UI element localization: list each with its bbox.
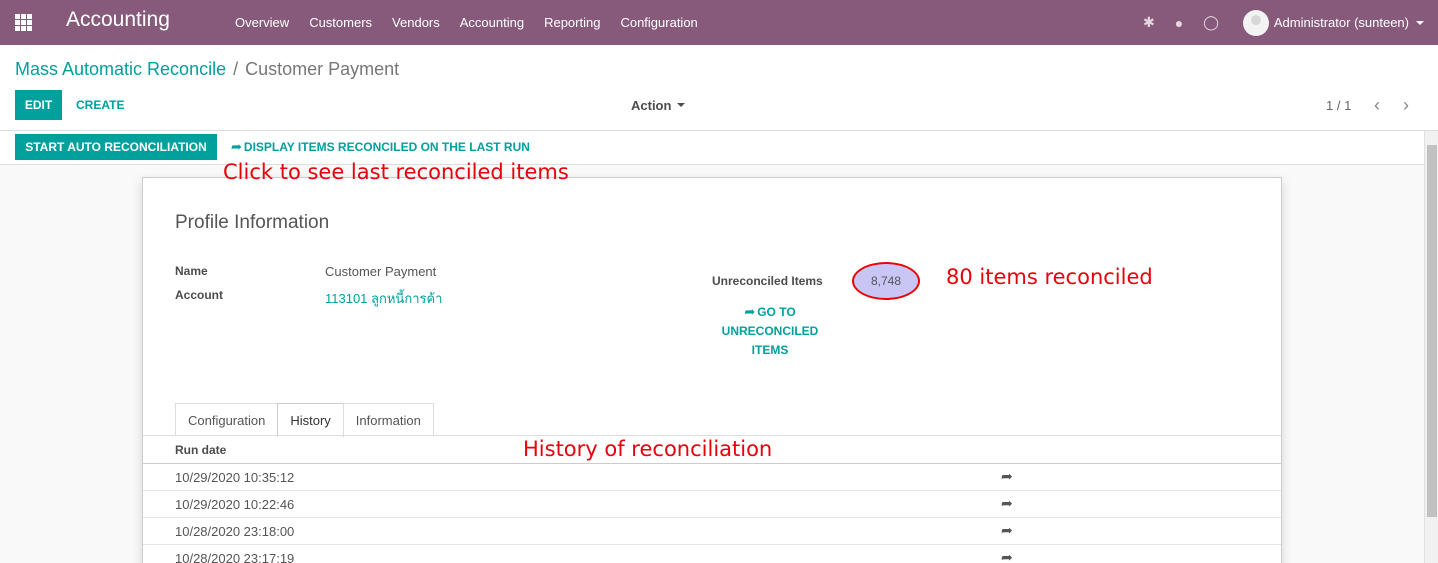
- unreconciled-count: 8,748: [852, 262, 920, 300]
- chat-icon[interactable]: ●: [1175, 15, 1183, 31]
- account-label: Account: [175, 288, 223, 302]
- table-row[interactable]: 10/28/2020 23:17:19 ➦: [143, 545, 1281, 563]
- share-icon: ➦: [231, 139, 242, 154]
- table-row[interactable]: 10/29/2020 10:35:12 ➦: [143, 464, 1281, 491]
- table-row[interactable]: 10/28/2020 23:18:00 ➦: [143, 518, 1281, 545]
- edit-button[interactable]: EDIT: [15, 90, 62, 120]
- goto-line-2: UNRECONCILED: [721, 324, 819, 338]
- control-panel: Mass Automatic Reconcile / Customer Paymen…: [0, 45, 1438, 131]
- pager-value[interactable]: 1 / 1: [1326, 90, 1351, 120]
- chevron-down-icon: [1416, 20, 1424, 25]
- goto-line-1: GO TO: [757, 305, 796, 319]
- chevron-right-icon[interactable]: ›: [1403, 96, 1409, 114]
- start-auto-reconciliation-button[interactable]: START AUTO RECONCILIATION: [15, 134, 217, 160]
- menu-item-accounting[interactable]: Accounting: [450, 15, 534, 30]
- tab-information[interactable]: Information: [342, 403, 434, 436]
- menu-item-vendors[interactable]: Vendors: [382, 15, 450, 30]
- display-last-run-button[interactable]: ➦ DISPLAY ITEMS RECONCILED ON THE LAST R…: [231, 134, 530, 160]
- systray: ✱ ● ◯ Administrator (sunteen): [1133, 0, 1438, 45]
- column-run-date[interactable]: Run date: [175, 443, 226, 457]
- action-label: Action: [631, 97, 672, 113]
- run-date-cell: 10/28/2020 23:18:00: [175, 524, 295, 539]
- share-icon[interactable]: ➦: [1001, 549, 1013, 563]
- create-button[interactable]: CREATE: [76, 90, 124, 120]
- go-to-unreconciled-button[interactable]: ➦ GO TO UNRECONCILED ITEMS: [713, 302, 827, 360]
- display-last-run-label: DISPLAY ITEMS RECONCILED ON THE LAST RUN: [243, 140, 530, 154]
- menu-item-reporting[interactable]: Reporting: [534, 15, 610, 30]
- notebook-tabs: Configuration History Information: [175, 403, 434, 437]
- breadcrumb-parent[interactable]: Mass Automatic Reconcile: [15, 59, 226, 79]
- annotation-history: History of reconciliation: [523, 437, 773, 461]
- breadcrumb-separator: /: [233, 59, 239, 79]
- scrollbar[interactable]: [1424, 131, 1438, 563]
- chevron-left-icon[interactable]: ‹: [1374, 96, 1380, 114]
- menu-item-configuration[interactable]: Configuration: [610, 15, 707, 30]
- name-label: Name: [175, 264, 208, 278]
- account-link[interactable]: 113101 ลูกหนี้การค้า: [325, 288, 442, 309]
- user-menu[interactable]: Administrator (sunteen): [1242, 9, 1424, 36]
- share-icon[interactable]: ➦: [1001, 522, 1013, 539]
- breadcrumb: Mass Automatic Reconcile / Customer Paymen…: [15, 59, 399, 80]
- tab-history[interactable]: History: [277, 403, 344, 437]
- app-title[interactable]: Accounting: [66, 8, 170, 32]
- share-icon[interactable]: ➦: [1001, 495, 1013, 512]
- goto-line-3: ITEMS: [751, 343, 789, 357]
- main-menu: Overview Customers Vendors Accounting Re…: [225, 0, 708, 45]
- run-date-cell: 10/28/2020 23:17:19: [175, 551, 295, 563]
- user-name: Administrator (sunteen): [1273, 15, 1409, 30]
- table-row[interactable]: 10/29/2020 10:22:46 ➦: [143, 491, 1281, 518]
- apps-menu-icon[interactable]: [15, 14, 32, 31]
- breadcrumb-current: Customer Payment: [245, 59, 400, 79]
- top-navbar: Accounting Overview Customers Vendors Ac…: [0, 0, 1438, 45]
- form-sheet: Profile Information Name Customer Paymen…: [142, 177, 1282, 563]
- avatar: [1242, 9, 1269, 36]
- menu-item-overview[interactable]: Overview: [225, 15, 299, 30]
- chevron-down-icon: [677, 103, 686, 107]
- form-statusbar: START AUTO RECONCILIATION ➦ DISPLAY ITEM…: [0, 131, 1424, 165]
- share-icon: ➦: [744, 304, 756, 319]
- bug-icon[interactable]: ✱: [1143, 14, 1155, 31]
- tab-configuration[interactable]: Configuration: [175, 403, 279, 436]
- name-value: Customer Payment: [325, 264, 437, 279]
- unreconciled-label: Unreconciled Items: [712, 274, 823, 288]
- scrollbar-thumb[interactable]: [1427, 145, 1437, 517]
- menu-item-customers[interactable]: Customers: [299, 15, 382, 30]
- annotation-last-items: Click to see last reconciled items: [223, 160, 569, 184]
- page-title: Profile Information: [175, 212, 330, 233]
- annotation-reconciled: 80 items reconciled: [946, 265, 1153, 289]
- run-date-cell: 10/29/2020 10:22:46: [175, 497, 295, 512]
- action-dropdown[interactable]: Action: [631, 90, 686, 120]
- run-date-cell: 10/29/2020 10:35:12: [175, 470, 295, 485]
- clock-icon[interactable]: ◯: [1203, 14, 1219, 31]
- share-icon[interactable]: ➦: [1001, 468, 1013, 485]
